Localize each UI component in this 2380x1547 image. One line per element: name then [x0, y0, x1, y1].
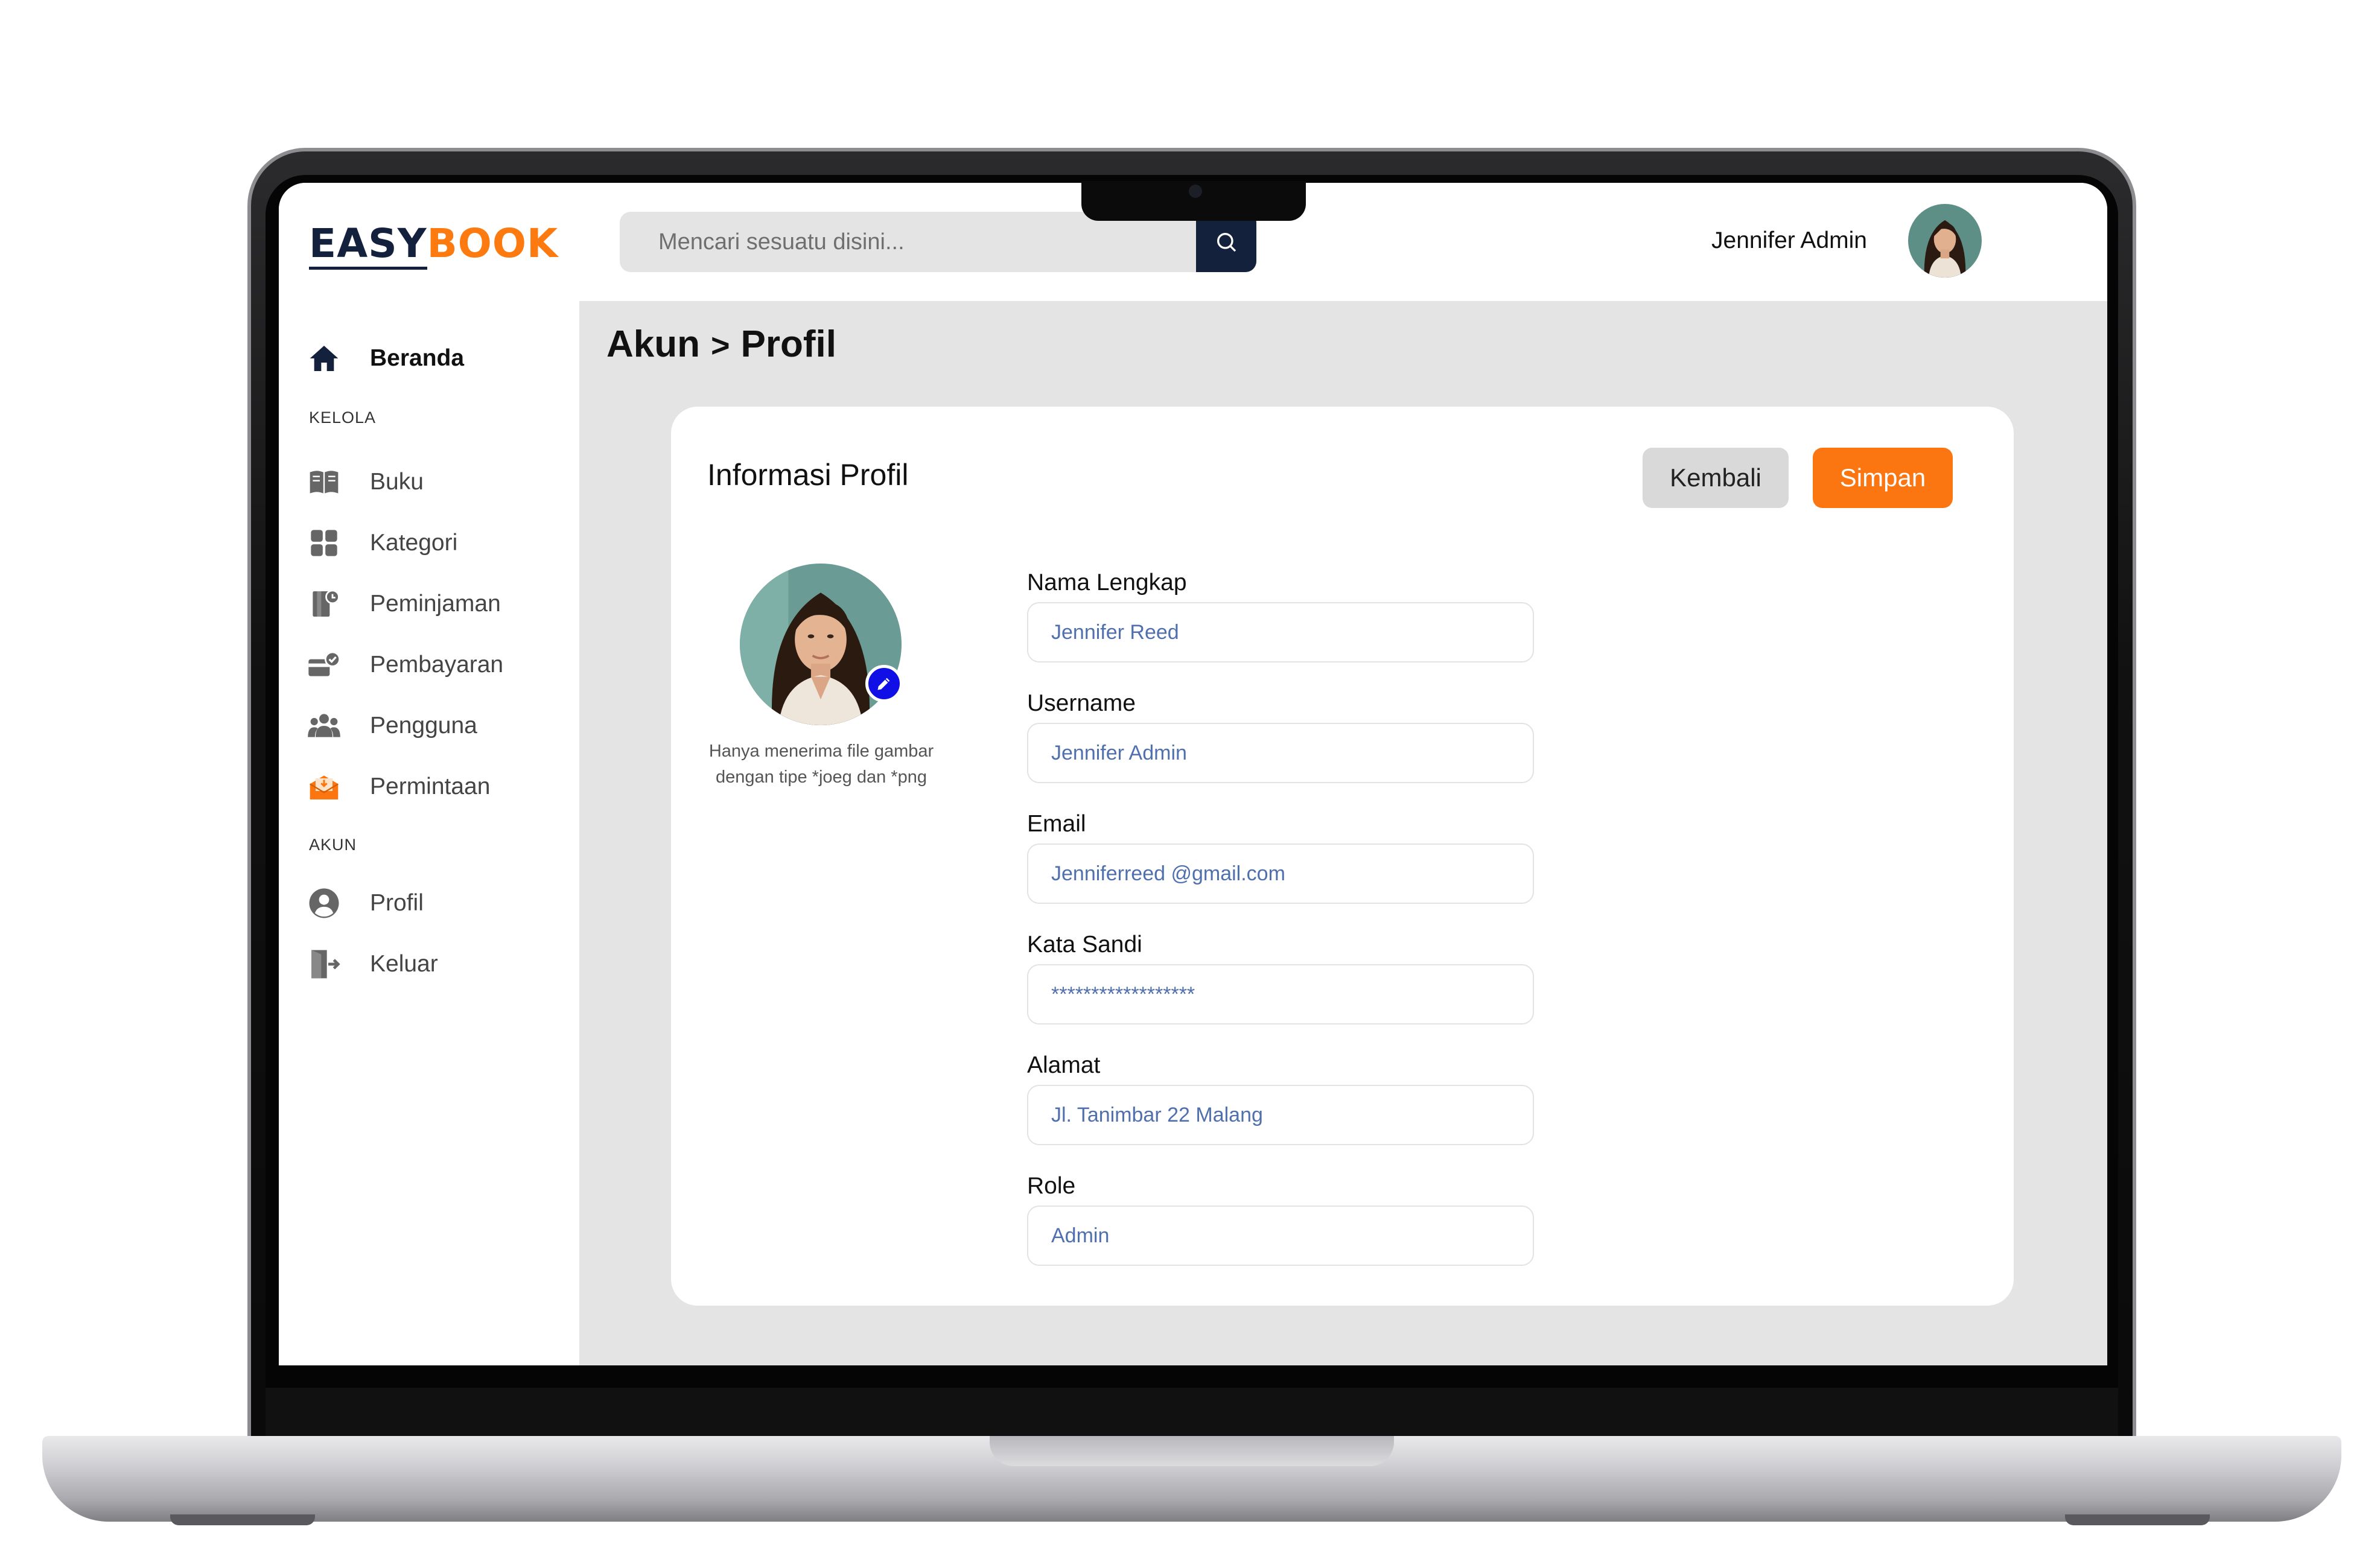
logo-easy: EASY: [309, 220, 427, 270]
save-button[interactable]: Simpan: [1813, 448, 1953, 508]
breadcrumb-parent[interactable]: Akun: [606, 323, 700, 365]
category-icon: [306, 525, 342, 561]
sidebar-item-beranda[interactable]: Beranda: [306, 337, 464, 380]
address-field[interactable]: [1027, 1085, 1534, 1145]
sidebar-item-label: Profil: [370, 890, 424, 916]
app-screen: EASYBOOK Jennifer Admin: [279, 183, 2107, 1365]
card-title: Informasi Profil: [707, 458, 909, 492]
photo-upload-note: Hanya menerima file gambar dengan tipe *…: [708, 742, 934, 787]
search-input[interactable]: [620, 212, 1196, 272]
request-icon: [306, 769, 342, 805]
bottom-bezel: [266, 1388, 2118, 1442]
sidebar-item-pengguna[interactable]: Pengguna: [306, 705, 477, 747]
password-field[interactable]: [1027, 964, 1534, 1024]
laptop-foot-right: [2065, 1514, 2210, 1525]
password-label: Kata Sandi: [1027, 932, 1142, 958]
search-icon: [1217, 233, 1236, 252]
logo-book: BOOK: [427, 220, 559, 267]
edit-photo-button[interactable]: [865, 665, 903, 702]
sidebar-item-label: Kategori: [370, 530, 458, 556]
breadcrumb: Akun > Profil: [606, 323, 836, 366]
breadcrumb-separator: >: [711, 328, 730, 364]
sidebar-item-pembayaran[interactable]: Pembayaran: [306, 644, 503, 686]
profile-photo-container: [740, 564, 903, 725]
sidebar-item-keluar[interactable]: Keluar: [306, 943, 438, 985]
sidebar-item-label: Peminjaman: [370, 591, 501, 617]
sidebar-item-profil[interactable]: Profil: [306, 882, 424, 924]
sidebar-item-label: Keluar: [370, 951, 438, 977]
profile-icon: [306, 885, 342, 921]
email-field[interactable]: [1027, 843, 1534, 904]
sidebar-item-buku[interactable]: Buku: [306, 461, 424, 503]
username-field[interactable]: [1027, 723, 1534, 783]
full-name-label: Nama Lengkap: [1027, 570, 1187, 596]
home-icon: [306, 340, 342, 376]
email-label: Email: [1027, 811, 1086, 837]
sidebar-item-label: Pembayaran: [370, 652, 504, 678]
camera-lens: [1189, 185, 1202, 198]
user-name[interactable]: Jennifer Admin: [1711, 227, 1867, 254]
sidebar-item-label: Beranda: [370, 345, 465, 371]
main-content: Akun > Profil Informasi Profil Kembali Sim…: [579, 301, 2107, 1365]
username-label: Username: [1027, 690, 1136, 716]
avatar[interactable]: [1908, 204, 1982, 278]
sidebar-item-permintaan[interactable]: Permintaan: [306, 766, 490, 808]
laptop-base-lip: [990, 1436, 1394, 1466]
search-bar: [620, 212, 1256, 272]
payment-icon: [306, 647, 342, 683]
sidebar-item-peminjaman[interactable]: Peminjaman: [306, 583, 501, 625]
sidebar: Beranda KELOLA Buku Kategori Peminjaman: [279, 301, 579, 1365]
profile-card: Informasi Profil Kembali Simpan Hanya me…: [671, 407, 2014, 1306]
role-label: Role: [1027, 1173, 1076, 1199]
users-icon: [306, 708, 342, 744]
full-name-field[interactable]: [1027, 602, 1534, 662]
app-logo[interactable]: EASYBOOK: [309, 220, 559, 270]
section-akun: AKUN: [309, 836, 357, 854]
laptop-foot-left: [170, 1514, 315, 1525]
breadcrumb-current: Profil: [740, 323, 836, 365]
sidebar-item-kategori[interactable]: Kategori: [306, 522, 457, 564]
address-label: Alamat: [1027, 1052, 1101, 1078]
pencil-icon: [877, 678, 890, 690]
sidebar-item-label: Buku: [370, 469, 424, 495]
borrow-icon: [306, 586, 342, 622]
sidebar-item-label: Permintaan: [370, 774, 491, 799]
sidebar-item-label: Pengguna: [370, 713, 477, 739]
logout-icon: [306, 946, 342, 982]
role-field[interactable]: [1027, 1206, 1534, 1266]
search-button[interactable]: [1196, 212, 1256, 272]
section-kelola: KELOLA: [309, 408, 377, 427]
back-button[interactable]: Kembali: [1643, 448, 1789, 508]
book-icon: [306, 464, 342, 500]
